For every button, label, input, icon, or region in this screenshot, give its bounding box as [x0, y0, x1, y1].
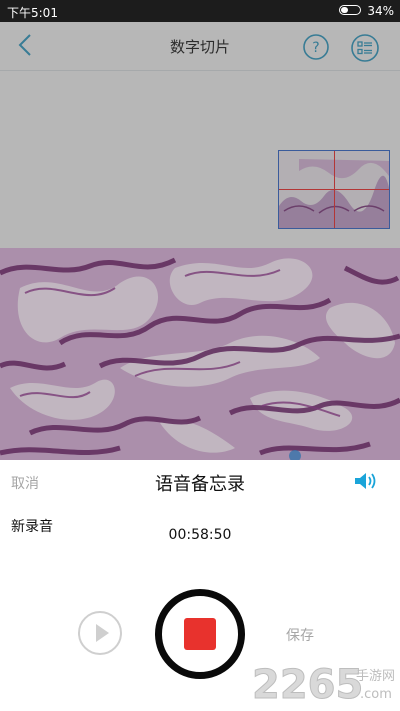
status-bar: 下午5:01 34%: [0, 0, 400, 22]
stop-icon: [184, 618, 216, 650]
slide-viewer[interactable]: 数字切片 ?: [0, 22, 400, 460]
speaker-icon[interactable]: [353, 470, 379, 492]
sheet-title: 语音备忘录: [155, 474, 245, 495]
watermark-domain-top: 手游网: [356, 669, 395, 684]
play-icon: [96, 624, 109, 642]
battery-level: [341, 7, 348, 13]
dim-overlay: [0, 22, 400, 460]
battery-icon: [339, 5, 361, 15]
watermark-number: 2265: [252, 662, 363, 706]
play-button[interactable]: [78, 611, 122, 655]
site-watermark-logo: 2265 手游网 .com: [252, 662, 395, 707]
recording-timer: 00:58:50: [168, 527, 232, 543]
save-button[interactable]: 保存: [286, 625, 314, 645]
status-time: 下午5:01: [7, 6, 58, 20]
stop-button[interactable]: [155, 589, 245, 679]
battery-percentage: 34%: [367, 4, 394, 18]
watermark-domain-bottom: .com: [360, 687, 392, 702]
